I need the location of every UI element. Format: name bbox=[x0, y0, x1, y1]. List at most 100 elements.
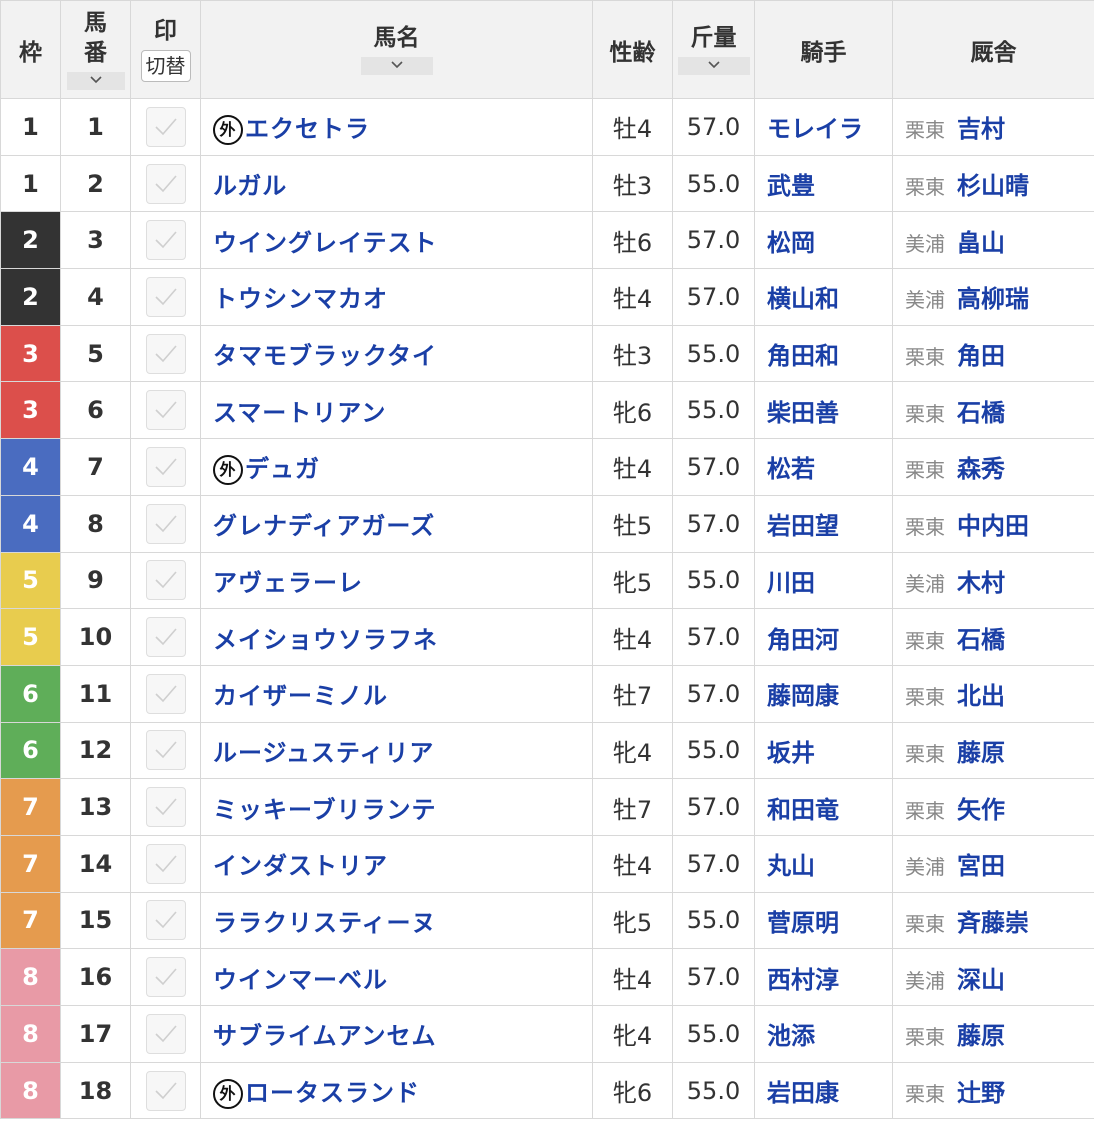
name-sort-button[interactable] bbox=[360, 57, 433, 76]
mark-checkbox[interactable] bbox=[145, 900, 186, 941]
weight-sort-button[interactable] bbox=[677, 57, 750, 76]
mark-checkbox[interactable] bbox=[145, 220, 186, 261]
waku-cell: 8 bbox=[0, 948, 61, 1006]
trainer-link[interactable]: 宮田 bbox=[957, 852, 1005, 880]
horse-name-link[interactable]: サブライムアンセム bbox=[213, 1022, 437, 1050]
horse-name-link[interactable]: インダストリア bbox=[213, 852, 388, 880]
mark-checkbox[interactable] bbox=[145, 730, 186, 771]
horse-name-cell: ルージュスティリア bbox=[200, 721, 593, 780]
trainer-link[interactable]: 高柳瑞 bbox=[957, 285, 1029, 313]
mark-checkbox[interactable] bbox=[145, 333, 186, 374]
mark-checkbox[interactable] bbox=[145, 957, 186, 998]
horse-name-link[interactable]: エクセトラ bbox=[245, 115, 370, 143]
jockey-link[interactable]: 西村淳 bbox=[767, 966, 839, 994]
mark-checkbox[interactable] bbox=[145, 1013, 186, 1054]
mark-cell bbox=[130, 98, 201, 156]
mark-checkbox[interactable] bbox=[145, 390, 186, 431]
horse-name-link[interactable]: トウシンマカオ bbox=[213, 285, 388, 313]
horse-name-link[interactable]: ロータスランド bbox=[245, 1079, 420, 1107]
trainer-link[interactable]: 藤原 bbox=[957, 1022, 1005, 1050]
horse-name-link[interactable]: アヴェラーレ bbox=[213, 569, 363, 597]
jockey-link[interactable]: 松岡 bbox=[767, 229, 815, 257]
sex-age: 牝5 bbox=[612, 568, 653, 597]
horse-name-cell: スマートリアン bbox=[200, 381, 593, 440]
stable-cell: 栗東 杉山晴 bbox=[892, 154, 1094, 213]
horse-name-link[interactable]: メイショウソラフネ bbox=[213, 626, 438, 654]
trainer-link[interactable]: 石橋 bbox=[957, 626, 1005, 654]
jockey-link[interactable]: 松若 bbox=[767, 455, 815, 483]
jockey-link[interactable]: 岩田康 bbox=[767, 1079, 839, 1107]
trainer-link[interactable]: 藤原 bbox=[957, 739, 1005, 767]
trainer-link[interactable]: 石橋 bbox=[957, 399, 1005, 427]
mark-checkbox[interactable] bbox=[145, 503, 186, 544]
trainer-link[interactable]: 矢作 bbox=[957, 796, 1005, 824]
stable-location: 美浦 bbox=[905, 968, 945, 993]
umaban-sort-button[interactable] bbox=[66, 72, 125, 91]
horse-name-link[interactable]: ウイングレイテスト bbox=[213, 229, 438, 257]
jockey-link[interactable]: 藤岡康 bbox=[767, 682, 839, 710]
trainer-link[interactable]: 辻野 bbox=[957, 1079, 1005, 1107]
mark-checkbox[interactable] bbox=[145, 446, 186, 487]
jockey-link[interactable]: 武豊 bbox=[767, 172, 815, 200]
jockey-link[interactable]: 菅原明 bbox=[767, 909, 839, 937]
trainer-link[interactable]: 畠山 bbox=[957, 229, 1005, 257]
horse-name-link[interactable]: ルージュスティリア bbox=[213, 739, 434, 767]
jockey-link[interactable]: 池添 bbox=[767, 1022, 815, 1050]
horse-name-link[interactable]: グレナディアガーズ bbox=[213, 512, 435, 540]
mark-cell bbox=[130, 1061, 201, 1120]
jockey-link[interactable]: モレイラ bbox=[767, 115, 863, 143]
carried-weight: 55.0 bbox=[686, 169, 741, 198]
mark-checkbox[interactable] bbox=[145, 163, 186, 204]
horse-name-link[interactable]: タマモブラックタイ bbox=[213, 342, 437, 370]
horse-name-link[interactable]: カイザーミノル bbox=[213, 682, 388, 710]
mark-checkbox[interactable] bbox=[145, 673, 186, 714]
jockey-cell: 藤岡康 bbox=[754, 664, 893, 723]
header-weight[interactable]: 斤量 bbox=[672, 0, 755, 99]
sexage-cell: 牡4 bbox=[592, 608, 673, 666]
horse-name-link[interactable]: ララクリスティーヌ bbox=[213, 909, 437, 937]
sexage-cell: 牡3 bbox=[592, 324, 673, 383]
mark-checkbox[interactable] bbox=[145, 560, 186, 601]
umaban-cell: 10 bbox=[60, 608, 131, 666]
jockey-link[interactable]: 丸山 bbox=[767, 852, 815, 880]
trainer-link[interactable]: 木村 bbox=[957, 569, 1005, 597]
mark-checkbox[interactable] bbox=[145, 787, 186, 828]
jockey-link[interactable]: 柴田善 bbox=[767, 399, 839, 427]
horse-name-link[interactable]: ウインマーベル bbox=[213, 966, 388, 994]
horse-name-link[interactable]: ミッキーブリランテ bbox=[213, 796, 437, 824]
mark-checkbox[interactable] bbox=[145, 106, 186, 147]
jockey-link[interactable]: 和田竜 bbox=[767, 796, 839, 824]
header-name[interactable]: 馬名 bbox=[200, 0, 593, 99]
header-umaban[interactable]: 馬 番 bbox=[60, 0, 131, 99]
trainer-link[interactable]: 北出 bbox=[957, 682, 1005, 710]
mark-checkbox[interactable] bbox=[145, 276, 186, 317]
header-sexage: 性齢 bbox=[592, 0, 673, 99]
waku-cell: 1 bbox=[0, 98, 61, 156]
trainer-link[interactable]: 吉村 bbox=[957, 115, 1005, 143]
mark-checkbox[interactable] bbox=[145, 1070, 186, 1111]
jockey-link[interactable]: 岩田望 bbox=[767, 512, 839, 540]
checkmark-icon bbox=[154, 345, 177, 362]
horse-name-link[interactable]: ルガル bbox=[213, 172, 287, 200]
jockey-link[interactable]: 坂井 bbox=[767, 739, 815, 767]
trainer-link[interactable]: 中内田 bbox=[957, 512, 1029, 540]
trainer-link[interactable]: 角田 bbox=[957, 342, 1005, 370]
horse-name-cell: 外デュガ bbox=[200, 438, 593, 496]
trainer-link[interactable]: 杉山晴 bbox=[957, 172, 1029, 200]
jockey-link[interactable]: 角田和 bbox=[767, 342, 839, 370]
trainer-link[interactable]: 深山 bbox=[957, 966, 1005, 994]
mark-cell bbox=[130, 834, 201, 893]
trainer-link[interactable]: 森秀 bbox=[957, 455, 1005, 483]
horse-name-link[interactable]: デュガ bbox=[245, 455, 320, 483]
jockey-link[interactable]: 角田河 bbox=[767, 626, 839, 654]
horse-name-link[interactable]: スマートリアン bbox=[213, 399, 386, 427]
sex-age: 牡4 bbox=[612, 625, 653, 654]
sexage-cell: 牝6 bbox=[592, 1061, 673, 1120]
jockey-link[interactable]: 川田 bbox=[767, 569, 815, 597]
trainer-link[interactable]: 斉藤崇 bbox=[957, 909, 1029, 937]
horse-number: 16 bbox=[78, 963, 113, 992]
mark-checkbox[interactable] bbox=[145, 617, 186, 658]
mark-toggle-button[interactable]: 切替 bbox=[140, 50, 191, 83]
mark-checkbox[interactable] bbox=[145, 843, 186, 884]
jockey-link[interactable]: 横山和 bbox=[767, 285, 839, 313]
